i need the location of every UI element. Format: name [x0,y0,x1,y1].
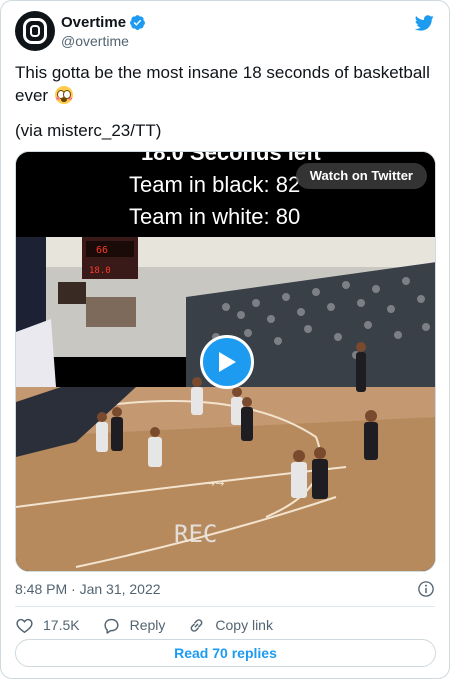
tweet-via-credit: (via misterc_23/TT) [15,121,162,140]
tweet-timestamp[interactable]: 8:48 PM · Jan 31, 2022 [15,581,161,597]
video-caption-team-white: Team in white: 80 [129,204,301,229]
scoreboard-score: 66 [96,245,108,256]
tweet-text-line2: ever [15,86,49,105]
flushed-face-emoji-icon [54,86,73,104]
twitter-bird-icon[interactable] [413,13,435,33]
verified-badge-icon [130,15,145,30]
read-replies-button[interactable]: Read 70 replies [15,639,436,667]
author-handle[interactable]: @overtime [61,33,129,49]
info-icon[interactable] [417,580,435,598]
tweet-text-line1: This gotta be the most insane 18 seconds… [15,63,430,82]
video-rec-watermark: REC [174,520,218,548]
copy-link-label: Copy link [215,617,273,633]
avatar[interactable] [15,11,55,51]
tweet-header: Overtime @overtime [15,11,435,55]
svg-text:→→: →→ [206,477,224,490]
tweet-text: This gotta be the most insane 18 seconds… [15,61,440,107]
copy-link-button[interactable]: Copy link [187,616,273,635]
watch-on-twitter-button[interactable]: Watch on Twitter [295,163,427,189]
reply-label: Reply [129,617,166,633]
reply-button[interactable]: Reply [102,616,166,635]
divider [15,606,435,607]
like-button[interactable]: 17.5K [15,616,80,635]
like-count: 17.5K [43,617,80,633]
play-button[interactable] [200,335,254,389]
reply-bubble-icon [104,618,119,634]
author-name-row[interactable]: Overtime [61,14,146,31]
link-icon [191,618,203,632]
video-player[interactable]: 18.0 Seconds left Team in black: 82 Team… [15,151,436,572]
heart-icon [16,618,33,633]
video-caption-cut-line: 18.0 Seconds left [141,151,321,165]
play-icon [219,352,236,372]
scoreboard-clock: 18.0 [89,266,111,276]
video-caption-team-black: Team in black: 82 [129,172,301,197]
tweet-actions: 17.5K Reply Copy link [15,614,295,636]
overtime-logo-icon [23,18,47,44]
tweet-card: Overtime @overtime This gotta be the mos… [0,0,450,679]
author-display-name[interactable]: Overtime [61,14,126,31]
video-frame-gym-scene: 66 18.0 →→ [16,237,435,571]
